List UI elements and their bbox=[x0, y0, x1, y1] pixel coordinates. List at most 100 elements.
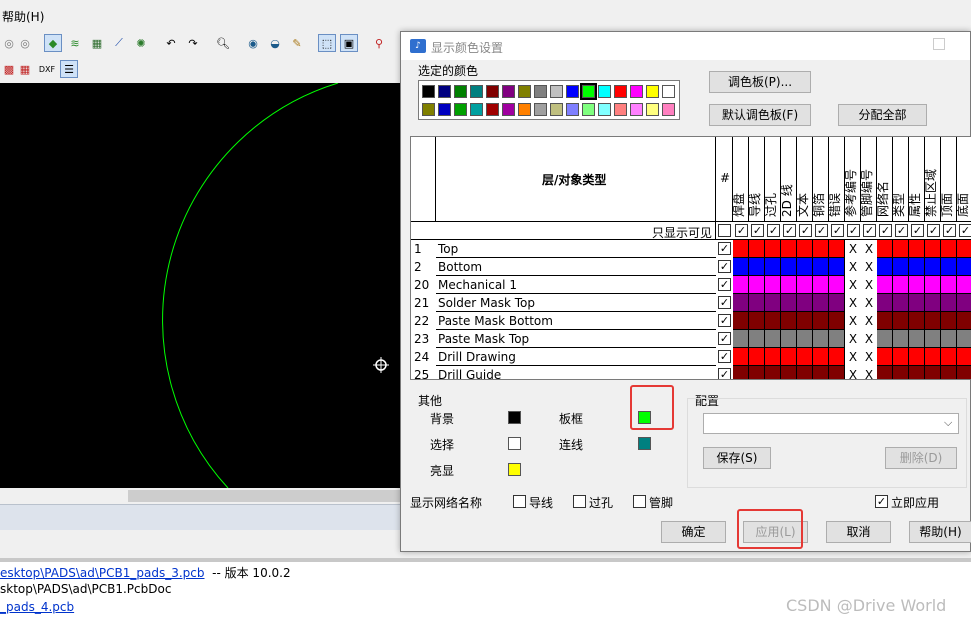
color-cell[interactable] bbox=[765, 276, 781, 294]
color-cell[interactable] bbox=[749, 312, 765, 330]
visible-checkbox[interactable]: ✓ bbox=[911, 224, 924, 237]
color-cell[interactable] bbox=[781, 348, 797, 366]
color-cell[interactable] bbox=[829, 240, 845, 258]
color-cell[interactable] bbox=[765, 348, 781, 366]
list-icon[interactable]: ☰ bbox=[60, 60, 78, 78]
window-icon[interactable]: ▣ bbox=[340, 34, 358, 52]
palette-swatch[interactable] bbox=[550, 85, 563, 98]
palette-swatch[interactable] bbox=[598, 103, 611, 116]
color-cell[interactable] bbox=[957, 312, 971, 330]
color-cell[interactable] bbox=[749, 258, 765, 276]
color-cell[interactable] bbox=[813, 294, 829, 312]
color-cell[interactable] bbox=[813, 258, 829, 276]
palette-swatch[interactable] bbox=[646, 85, 659, 98]
palette-swatch[interactable] bbox=[502, 85, 515, 98]
selection-swatch[interactable] bbox=[508, 437, 521, 450]
color-cell[interactable] bbox=[909, 276, 925, 294]
palette-swatch[interactable] bbox=[422, 103, 435, 116]
color-cell[interactable] bbox=[893, 312, 909, 330]
palette-swatch[interactable] bbox=[486, 85, 499, 98]
view-icon-2[interactable]: ◒ bbox=[266, 34, 284, 52]
layer-visible-checkbox[interactable]: ✓ bbox=[718, 242, 731, 255]
palette-swatch[interactable] bbox=[502, 103, 515, 116]
visible-checkbox[interactable]: ✓ bbox=[927, 224, 940, 237]
dxf-icon[interactable]: DXF bbox=[38, 60, 56, 78]
color-cell[interactable] bbox=[749, 294, 765, 312]
view-icon-1[interactable]: ◉ bbox=[244, 34, 262, 52]
color-cell[interactable] bbox=[781, 294, 797, 312]
layer-icon[interactable]: ◆ bbox=[44, 34, 62, 52]
color-cell[interactable] bbox=[781, 258, 797, 276]
apply-immediately-checkbox[interactable]: ✓ bbox=[875, 495, 888, 508]
layer-visible-checkbox[interactable]: ✓ bbox=[718, 314, 731, 327]
color-cell[interactable] bbox=[765, 312, 781, 330]
color-cell[interactable] bbox=[829, 258, 845, 276]
color-cell[interactable] bbox=[813, 312, 829, 330]
visible-checkbox[interactable]: ✓ bbox=[895, 224, 908, 237]
color-cell[interactable] bbox=[957, 330, 971, 348]
color-cell[interactable] bbox=[781, 240, 797, 258]
color-cell[interactable] bbox=[957, 258, 971, 276]
layer-row[interactable]: 1 Top ✓ X X bbox=[411, 240, 971, 258]
route-icon[interactable]: ≋ bbox=[66, 34, 84, 52]
color-cell[interactable] bbox=[829, 294, 845, 312]
maximize-icon[interactable] bbox=[933, 38, 945, 50]
layer-visible-checkbox[interactable]: ✓ bbox=[718, 296, 731, 309]
menu-help[interactable]: 帮助(H) bbox=[2, 8, 44, 25]
color-cell[interactable] bbox=[733, 240, 749, 258]
color-cell[interactable] bbox=[941, 240, 957, 258]
color-cell[interactable] bbox=[749, 330, 765, 348]
visible-checkbox[interactable]: ✓ bbox=[831, 224, 844, 237]
color-cell[interactable] bbox=[957, 366, 971, 379]
color-cell[interactable] bbox=[813, 276, 829, 294]
cancel-button[interactable]: 取消 bbox=[826, 521, 891, 543]
color-cell[interactable] bbox=[733, 348, 749, 366]
color-cell[interactable] bbox=[893, 276, 909, 294]
visible-checkbox[interactable]: ✓ bbox=[959, 224, 971, 237]
visible-checkbox[interactable]: ✓ bbox=[943, 224, 956, 237]
palette-swatch[interactable] bbox=[580, 83, 597, 100]
color-cell[interactable] bbox=[893, 366, 909, 379]
color-cell[interactable] bbox=[781, 366, 797, 379]
config-select[interactable] bbox=[703, 413, 959, 434]
color-cell[interactable] bbox=[925, 294, 941, 312]
color-cell[interactable] bbox=[909, 294, 925, 312]
layer-row[interactable]: 2 Bottom ✓ X X bbox=[411, 258, 971, 276]
color-cell[interactable] bbox=[877, 240, 893, 258]
palette-swatch[interactable] bbox=[630, 85, 643, 98]
color-cell[interactable] bbox=[733, 330, 749, 348]
color-cell[interactable] bbox=[909, 258, 925, 276]
color-cell[interactable] bbox=[829, 348, 845, 366]
color-cell[interactable] bbox=[765, 330, 781, 348]
color-cell[interactable] bbox=[925, 330, 941, 348]
color-cell[interactable] bbox=[813, 366, 829, 379]
palette-swatch[interactable] bbox=[422, 85, 435, 98]
color-cell[interactable] bbox=[925, 276, 941, 294]
scrollbar-thumb[interactable] bbox=[128, 490, 400, 502]
color-cell[interactable] bbox=[909, 348, 925, 366]
pin-checkbox[interactable] bbox=[633, 495, 646, 508]
color-cell[interactable] bbox=[877, 366, 893, 379]
color-cell[interactable] bbox=[877, 312, 893, 330]
color-cell[interactable] bbox=[909, 240, 925, 258]
trace-checkbox[interactable] bbox=[513, 495, 526, 508]
color-cell[interactable] bbox=[749, 240, 765, 258]
visible-checkbox[interactable]: ✓ bbox=[863, 224, 876, 237]
layer-visible-checkbox[interactable]: ✓ bbox=[718, 332, 731, 345]
color-cell[interactable] bbox=[941, 258, 957, 276]
color-cell[interactable] bbox=[733, 276, 749, 294]
brush-icon[interactable]: ✎ bbox=[288, 34, 306, 52]
color-cell[interactable] bbox=[925, 312, 941, 330]
color-cell[interactable] bbox=[797, 240, 813, 258]
color-cell[interactable] bbox=[925, 348, 941, 366]
palette-swatch[interactable] bbox=[566, 85, 579, 98]
color-cell[interactable] bbox=[733, 312, 749, 330]
palette-swatch[interactable] bbox=[630, 103, 643, 116]
color-cell[interactable] bbox=[797, 294, 813, 312]
help-button[interactable]: 帮助(H) bbox=[909, 521, 971, 543]
search-icon[interactable]: ⚲ bbox=[370, 34, 388, 52]
line-icon[interactable]: ⟋ bbox=[110, 34, 128, 52]
color-cell[interactable] bbox=[797, 276, 813, 294]
palette-swatch[interactable] bbox=[614, 85, 627, 98]
color-cell[interactable] bbox=[893, 258, 909, 276]
